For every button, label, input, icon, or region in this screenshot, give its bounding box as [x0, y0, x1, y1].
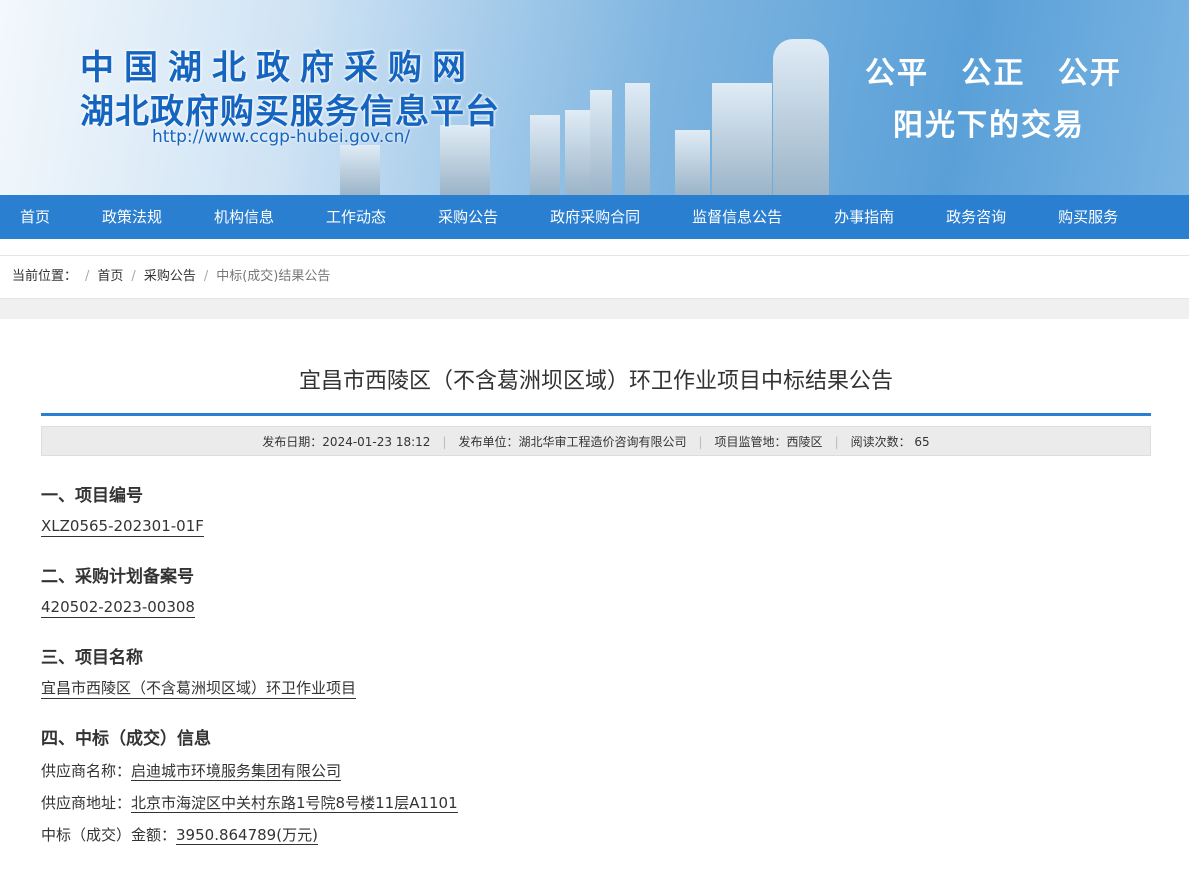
breadcrumb-label: 当前位置：: [12, 269, 78, 284]
nav-home[interactable]: 首页: [0, 195, 70, 239]
nav-services[interactable]: 购买服务: [1038, 195, 1138, 239]
supplier-name-row: 供应商名称：启迪城市环境服务集团有限公司: [41, 759, 1151, 783]
breadcrumb-current: 中标(成交)结果公告: [216, 269, 331, 284]
section-heading: 一、项目编号: [41, 486, 143, 506]
supplier-address: 北京市海淀区中关村东路1号院8号楼11层A1101: [131, 794, 458, 813]
publish-date: 发布日期：2024-01-23 18:12: [262, 435, 431, 449]
nav-consult[interactable]: 政务咨询: [926, 195, 1026, 239]
field-label: 供应商名称：: [41, 762, 132, 780]
project-number: XLZ0565-202301-01F: [41, 517, 204, 537]
nav-institutions[interactable]: 机构信息: [194, 195, 294, 239]
breadcrumb: 当前位置： / 首页 / 采购公告 / 中标(成交)结果公告: [0, 255, 1189, 299]
main-nav: 首页 政策法规 机构信息 工作动态 采购公告 政府采购合同 监督信息公告 办事指…: [0, 195, 1189, 239]
slogan-1: 公平 公正 公开: [865, 56, 1122, 91]
supplier-name: 启迪城市环境服务集团有限公司: [131, 762, 342, 781]
section-heading: 四、中标（成交）信息: [41, 729, 211, 749]
project-name: 宜昌市西陵区（不含葛洲坝区域）环卫作业项目: [41, 679, 357, 699]
header-banner: 中国湖北政府采购网 湖北政府购买服务信息平台 http://www.ccgp-h…: [0, 0, 1189, 195]
nav-announcements[interactable]: 采购公告: [418, 195, 518, 239]
nav-contracts[interactable]: 政府采购合同: [530, 195, 660, 239]
field-label: 中标（成交）金额：: [41, 826, 177, 844]
field-label: 供应商地址：: [41, 794, 132, 812]
nav-guide[interactable]: 办事指南: [814, 195, 914, 239]
site-url: http://www.ccgp-hubei.gov.cn/: [152, 127, 411, 147]
publisher: 发布单位：湖北华审工程造价咨询有限公司: [458, 435, 687, 449]
award-amount: 3950.864789(万元): [176, 826, 318, 845]
site-title: 中国湖北政府采购网: [80, 48, 476, 88]
plan-number: 420502-2023-00308: [41, 598, 195, 618]
section-heading: 三、项目名称: [41, 648, 143, 668]
article: 宜昌市西陵区（不含葛洲坝区域）环卫作业项目中标结果公告 发布日期：2024-01…: [0, 319, 1189, 847]
article-title: 宜昌市西陵区（不含葛洲坝区域）环卫作业项目中标结果公告: [41, 319, 1151, 416]
breadcrumb-home[interactable]: 首页: [97, 269, 123, 284]
region: 项目监管地：西陵区: [714, 435, 823, 449]
supplier-address-row: 供应商地址：北京市海淀区中关村东路1号院8号楼11层A1101: [41, 791, 1151, 815]
breadcrumb-announcements[interactable]: 采购公告: [144, 269, 196, 284]
award-amount-row: 中标（成交）金额：3950.864789(万元): [41, 823, 1151, 847]
nav-news[interactable]: 工作动态: [306, 195, 406, 239]
read-count: 阅读次数： 65: [850, 435, 930, 449]
nav-supervision[interactable]: 监督信息公告: [672, 195, 802, 239]
section-heading: 二、采购计划备案号: [41, 567, 194, 587]
article-meta: 发布日期：2024-01-23 18:12 | 发布单位：湖北华审工程造价咨询有限公…: [41, 426, 1151, 456]
nav-policy[interactable]: 政策法规: [82, 195, 182, 239]
site-subtitle: 湖北政府购买服务信息平台: [80, 92, 500, 132]
slogan-2: 阳光下的交易: [893, 108, 1085, 143]
